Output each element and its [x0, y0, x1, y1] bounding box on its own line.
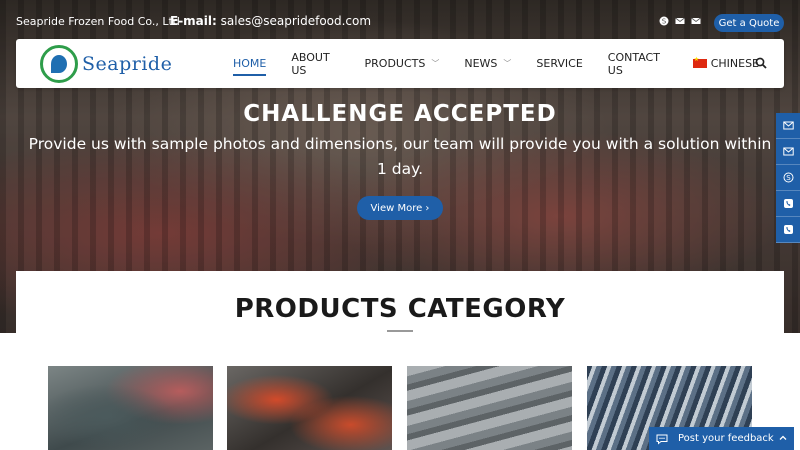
side-mail-button[interactable] — [776, 139, 800, 165]
company-name: Seapride Frozen Food Co., Ltd — [16, 15, 180, 28]
nav-item-service[interactable]: SERVICE — [536, 39, 582, 88]
chat-icon — [656, 434, 668, 445]
phone-icon — [783, 199, 793, 208]
chevron-up-icon[interactable] — [778, 433, 788, 443]
email-info: E-mail: sales@seapridefood.com — [170, 14, 371, 28]
feedback-bar[interactable]: Post your feedback — [649, 427, 794, 450]
nav-item-home[interactable]: HOME — [233, 39, 267, 88]
get-quote-button[interactable]: Get a Quote — [714, 14, 784, 32]
feedback-label: Post your feedback — [678, 433, 774, 444]
hero-subtitle: Provide us with sample photos and dimens… — [28, 135, 772, 178]
top-social-icons: S — [659, 16, 701, 26]
nav-item-about-us[interactable]: ABOUT US — [291, 39, 339, 88]
email-label: E-mail: — [170, 14, 217, 28]
logo-emblem-icon — [40, 45, 78, 83]
phone-icon — [783, 225, 793, 234]
product-thumb-pomfret[interactable] — [227, 366, 392, 450]
mail-icon — [782, 121, 794, 130]
side-phone-button[interactable] — [776, 191, 800, 217]
nav-item-label: HOME — [233, 57, 267, 70]
nav-item-label: CHINESE — [710, 57, 759, 70]
nav-item-chinese[interactable]: CHINESE — [692, 39, 759, 88]
top-bar: Seapride Frozen Food Co., Ltd E-mail: sa… — [0, 0, 800, 40]
side-skype-button[interactable]: S — [776, 165, 800, 191]
section-title: PRODUCTS CATEGORY — [234, 294, 566, 324]
product-thumb-catfish[interactable] — [407, 366, 572, 450]
nav-item-label: PRODUCTS — [364, 57, 426, 70]
side-mail-button[interactable] — [776, 113, 800, 139]
side-phone-button[interactable] — [776, 217, 800, 243]
skype-icon: S — [783, 172, 793, 183]
nav-item-label: CONTACT US — [607, 50, 660, 77]
nav-item-news[interactable]: NEWS ﹀ — [464, 39, 511, 88]
email-link[interactable]: sales@seapridefood.com — [221, 14, 371, 28]
nav-item-label: ABOUT US — [291, 50, 330, 77]
chevron-down-icon: ﹀ — [431, 59, 440, 68]
logo[interactable]: Seapride — [40, 44, 180, 84]
mail-icon[interactable] — [675, 16, 685, 26]
skype-icon[interactable]: S — [659, 16, 669, 26]
search-icon[interactable] — [755, 57, 767, 69]
floating-contact-bar: S — [776, 113, 800, 243]
nav-item-products[interactable]: PRODUCTS ﹀ — [365, 39, 440, 88]
svg-text:S: S — [662, 18, 667, 26]
logo-text: Seapride — [82, 53, 173, 75]
nav-item-label: NEWS — [464, 57, 498, 70]
chevron-down-icon: ﹀ — [503, 59, 512, 68]
hero-title: CHALLENGE ACCEPTED — [243, 101, 557, 127]
nav-item-contact-us[interactable]: CONTACT US — [608, 39, 668, 88]
nav-items: HOME ABOUT US PRODUCTS ﹀ NEWS ﹀ SERVICE CO… — [233, 39, 784, 88]
mail-icon[interactable] — [691, 16, 701, 26]
cn-flag-icon — [692, 56, 707, 68]
mail-icon — [782, 147, 794, 156]
main-nav: Seapride HOME ABOUT US PRODUCTS ﹀ NEWS ﹀ S… — [16, 39, 784, 88]
title-underline — [387, 330, 413, 332]
view-more-button[interactable]: View More › — [357, 196, 443, 220]
nav-item-label: SERVICE — [536, 57, 583, 70]
product-thumb-tilapia[interactable] — [48, 366, 213, 450]
svg-text:S: S — [786, 174, 791, 182]
